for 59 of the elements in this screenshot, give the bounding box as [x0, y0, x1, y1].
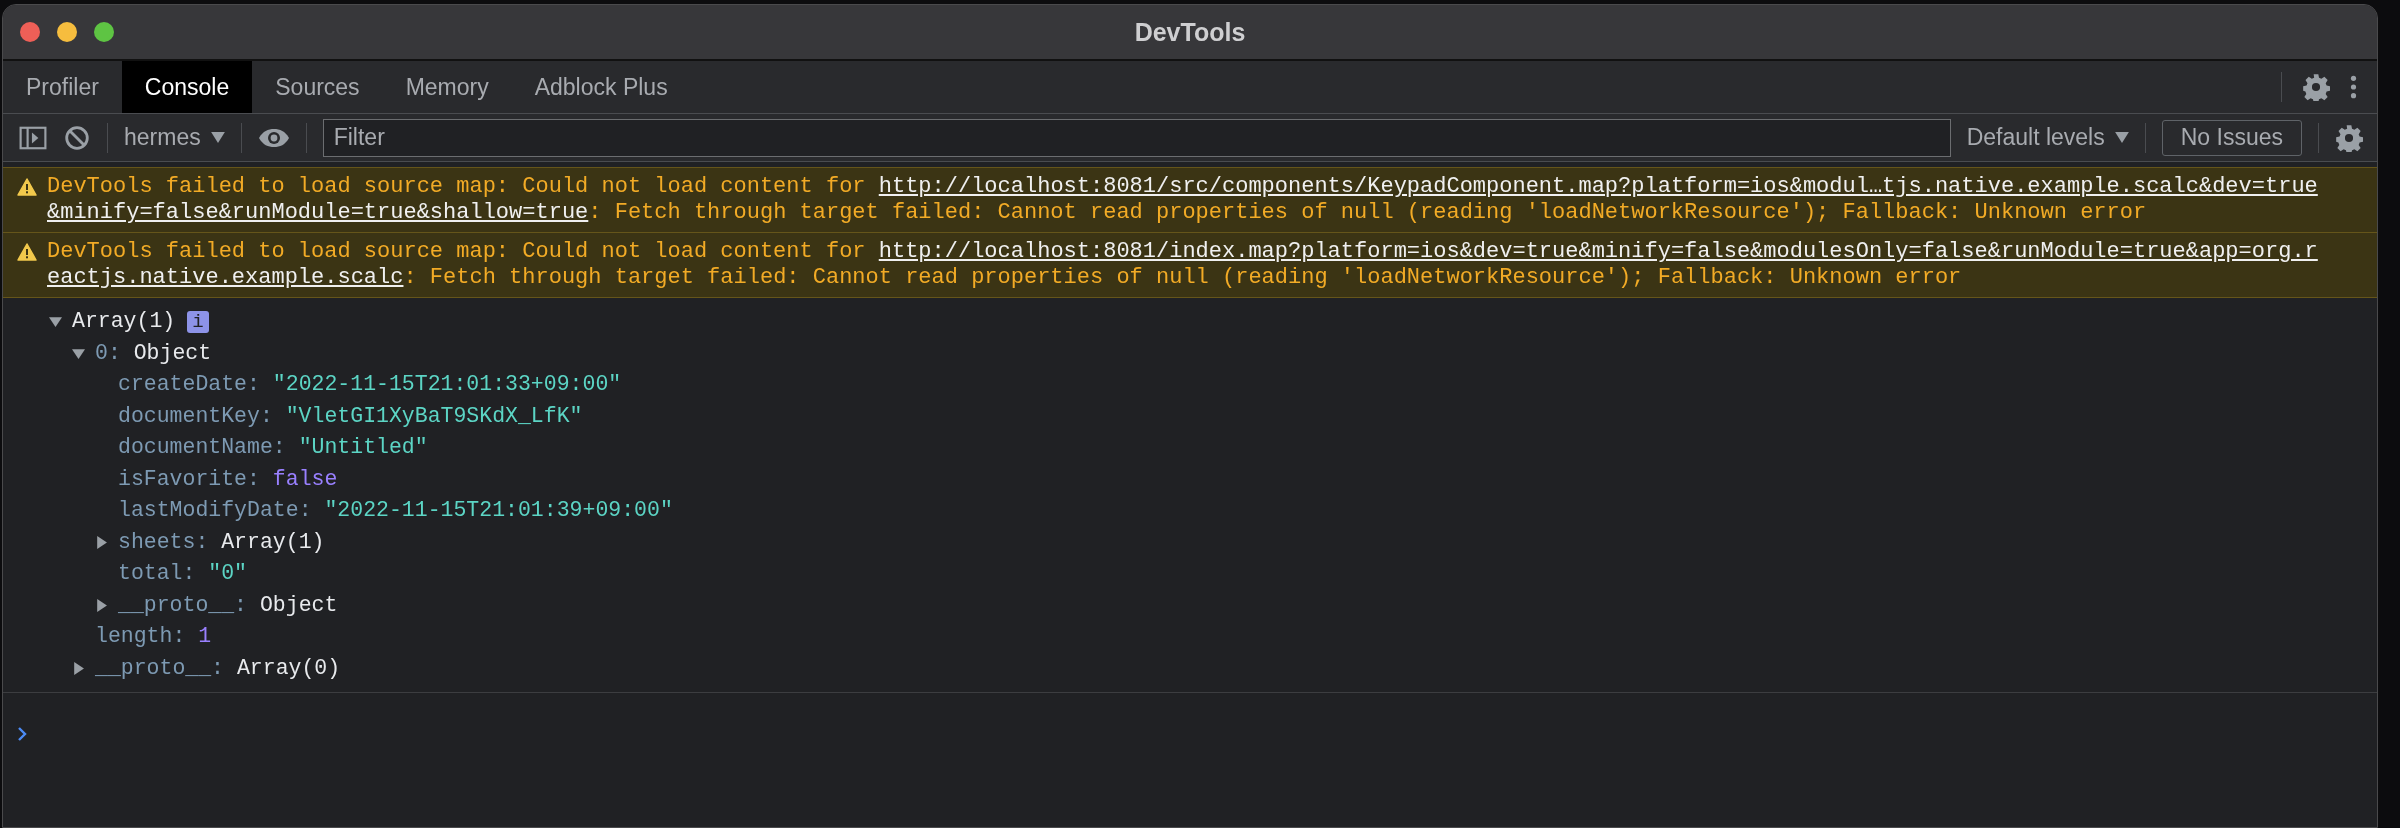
source-map-link[interactable]: &minify=false&runModule=true&shallow=true	[47, 200, 589, 226]
property-name: lastModifyDate:	[118, 497, 312, 524]
warning-icon	[17, 243, 37, 261]
property-value: 1	[198, 623, 212, 650]
more-menu-icon[interactable]	[2350, 74, 2357, 100]
expanded-arrow-icon[interactable]	[72, 346, 85, 360]
property-value: false	[272, 465, 338, 493]
property-name: total:	[118, 560, 196, 587]
context-dropdown[interactable]: hermes	[124, 124, 225, 151]
property-name: documentName:	[118, 434, 286, 461]
collapsed-arrow-icon[interactable]	[95, 598, 108, 612]
tab[interactable]: Profiler	[3, 61, 122, 113]
settings-icon[interactable]	[2335, 123, 2363, 152]
caret-icon	[210, 132, 225, 143]
source-map-link[interactable]: eactjs.native.example.scalc	[47, 265, 404, 291]
property-value: "2022-11-15T21:01:33+09:00"	[272, 371, 622, 398]
eye-icon[interactable]	[257, 127, 290, 148]
info-badge[interactable]: i	[187, 310, 209, 333]
collapsed-arrow-icon[interactable]	[72, 661, 85, 675]
property-value: Array(1)	[221, 528, 325, 556]
property-value: "Untitled"	[298, 434, 428, 461]
zoom-button[interactable]	[94, 22, 114, 42]
minimize-button[interactable]	[57, 22, 77, 42]
property-value: Array(1)	[72, 308, 176, 335]
property-name: documentKey:	[118, 402, 273, 430]
property-value: Array(0)	[236, 654, 341, 682]
property-name: 0:	[95, 339, 121, 367]
window-title: DevTools	[1133, 17, 1247, 47]
property-name: isFavorite:	[118, 465, 260, 493]
prompt-icon[interactable]	[17, 727, 27, 741]
sidebar-toggle-icon[interactable]	[19, 124, 47, 151]
property-name: sheets:	[118, 528, 209, 556]
property-name: __proto__:	[118, 591, 248, 619]
property-name: createDate:	[118, 371, 260, 398]
property-name: length:	[95, 623, 186, 650]
tab[interactable]: Adblock Plus	[511, 61, 691, 113]
warning-message: DevTools failed to load source map: Could not load content for http://localhost:8081/index.map?platform=ios&dev=true&minify=false&modulesOnly=false&runModule=true&app=org.r eactjs.native.example.scalc: Fetch through target failed: Cannot read properties of null (reading 'loadNetworkResource'); Fallback: Unknown error	[47, 239, 2319, 291]
expanded-arrow-icon[interactable]	[49, 315, 62, 329]
clear-console-icon[interactable]	[63, 124, 91, 151]
log-levels-dropdown[interactable]: Default levels	[1966, 124, 2129, 151]
warning-message: DevTools failed to load source map: Could not load content for http://localhost:8081/src/components/KeypadComponent.map?platform=ios&modul…tjs.native.example.scalc&dev=true &minify=false&runModule=true&shallow=true: Fetch through target failed: Cannot read properties of null (reading 'loadNetworkResource'); Fallback: Unknown error	[47, 174, 2319, 226]
property-name: __proto__:	[95, 654, 225, 682]
property-value: Object	[133, 339, 212, 367]
tab[interactable]: Memory	[382, 61, 512, 113]
warning-icon	[17, 178, 37, 196]
property-value: "VletGI1XyBaT9SKdX_LfK"	[285, 402, 583, 430]
collapsed-arrow-icon[interactable]	[95, 535, 108, 549]
close-button[interactable]	[20, 22, 40, 42]
caret-icon	[2114, 132, 2129, 143]
issues-button[interactable]: No Issues	[2161, 119, 2302, 156]
tab[interactable]: Sources	[252, 61, 383, 113]
property-value: "2022-11-15T21:01:39+09:00"	[324, 497, 673, 524]
filter-field[interactable]: Filter	[322, 118, 1951, 157]
tab[interactable]: Console	[121, 61, 253, 113]
property-value: "0"	[208, 560, 248, 587]
source-map-link[interactable]: http://localhost:8081/index.map?platform=ios&dev=true&minify=false&modulesOnly=false&runModule=true&app=org.r	[878, 239, 2318, 265]
source-map-link[interactable]: http://localhost:8081/src/components/KeypadComponent.map?platform=ios&modul…tjs.native.example.scalc&dev=true	[878, 174, 2318, 200]
settings-icon[interactable]	[2302, 73, 2330, 101]
property-value: Object	[259, 591, 338, 619]
